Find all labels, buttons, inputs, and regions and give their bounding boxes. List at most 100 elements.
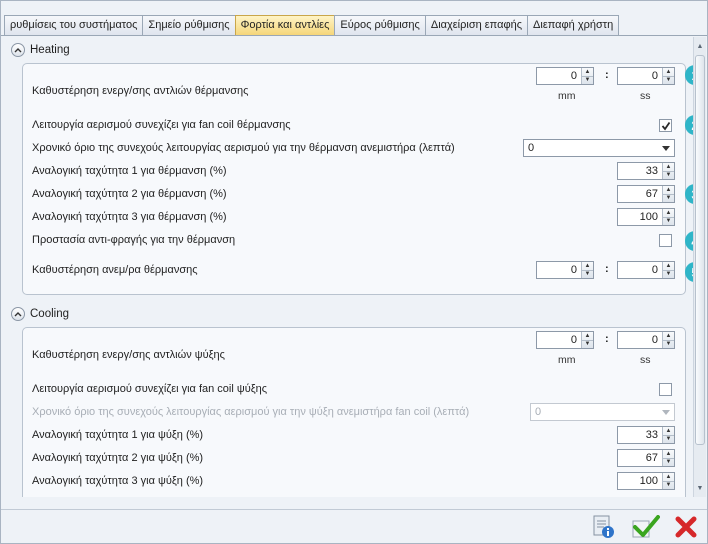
document-info-icon xyxy=(593,515,614,538)
spin-up-icon: ▲ xyxy=(665,450,672,457)
unit-ss-label: ss xyxy=(640,354,651,366)
spin-up-icon: ▲ xyxy=(584,332,591,339)
dialog-footer xyxy=(1,509,707,543)
spin-down-icon: ▼ xyxy=(663,339,674,349)
cooling-speed2-spinner[interactable]: 67 ▲ ▼ xyxy=(617,449,675,467)
heating-speed2-row: Αναλογική ταχύτητα 2 για θέρμανση (%) xyxy=(32,185,679,203)
cooling-ventilation-label: Λειτουργία αερισμού συνεχίζει για fan co… xyxy=(32,383,268,395)
spin-down-icon: ▼ xyxy=(663,193,674,203)
scroll-down-icon[interactable]: ▼ xyxy=(694,481,706,495)
close-x-icon xyxy=(675,516,697,538)
cooling-panel: Καθυστέρηση ενεργ/σης αντλιών ψύξης 0 ▲ ▼… xyxy=(22,327,686,497)
heating-speed3-label: Αναλογική ταχύτητα 3 για θέρμανση (%) xyxy=(32,211,227,223)
spin-down-icon: ▼ xyxy=(582,269,593,279)
dropdown-arrow-icon xyxy=(662,410,670,415)
tab-system-settings[interactable]: ρυθμίσεις του συστήματος xyxy=(4,15,144,35)
scroll-content: Heating Καθυστέρηση ενεργ/σης αντλιών θέ… xyxy=(7,37,691,497)
heating-fan-delay-mm-spinner[interactable]: 0 ▲ ▼ xyxy=(536,261,594,279)
collapse-chevron-icon[interactable] xyxy=(11,307,25,321)
tab-loads-and-pumps[interactable]: Φορτία και αντλίες xyxy=(234,15,336,35)
settings-window: ρυθμίσεις του συστήματος Σημείο ρύθμισης… xyxy=(0,0,708,544)
spin-down-icon: ▼ xyxy=(663,269,674,279)
unit-mm-label: mm xyxy=(558,90,576,102)
confirm-button[interactable] xyxy=(631,512,661,542)
checkmark-icon xyxy=(661,121,670,130)
spin-down-icon: ▼ xyxy=(663,457,674,467)
heating-speed1-spinner[interactable]: 33 ▲ ▼ xyxy=(617,162,675,180)
heating-anti-lock-row: Προστασία αντι-φραγής για την θέρμανση xyxy=(32,231,679,249)
cancel-button[interactable] xyxy=(671,512,701,542)
tab-setpoint[interactable]: Σημείο ρύθμισης xyxy=(142,15,236,35)
scroll-up-icon[interactable]: ▲ xyxy=(694,39,706,53)
heating-anti-lock-label: Προστασία αντι-φραγής για την θέρμανση xyxy=(32,234,236,246)
cooling-speed2-row: Αναλογική ταχύτητα 2 για ψύξη (%) xyxy=(32,449,679,467)
spin-down-icon: ▼ xyxy=(663,434,674,444)
heating-section-header[interactable]: Heating xyxy=(11,41,70,59)
heating-speed2-spinner[interactable]: 67 ▲ ▼ xyxy=(617,185,675,203)
spin-down-icon: ▼ xyxy=(582,75,593,85)
cooling-section-header[interactable]: Cooling xyxy=(11,305,69,323)
cooling-speed3-spinner[interactable]: 100 ▲ ▼ xyxy=(617,472,675,490)
spin-down-icon: ▼ xyxy=(582,339,593,349)
info-button[interactable] xyxy=(589,512,619,542)
cooling-pump-delay-mm-spinner[interactable]: 0 ▲ ▼ xyxy=(536,331,594,349)
unit-ss-label: ss xyxy=(640,90,651,102)
heating-speed1-label: Αναλογική ταχύτητα 1 για θέρμανση (%) xyxy=(32,165,227,177)
heating-ventilation-label: Λειτουργία αερισμού συνεχίζει για fan co… xyxy=(32,119,291,131)
collapse-chevron-icon[interactable] xyxy=(11,43,25,57)
heating-anti-lock-checkbox[interactable] xyxy=(659,234,672,247)
spin-up-icon: ▲ xyxy=(665,473,672,480)
cooling-time-limit-label: Χρονικό όριο της συνεχούς λειτουργίας αε… xyxy=(32,406,470,418)
spin-up-icon: ▲ xyxy=(665,68,672,75)
heating-speed2-label: Αναλογική ταχύτητα 2 για θέρμανση (%) xyxy=(32,188,227,200)
heating-ventilation-row: Λειτουργία αερισμού συνεχίζει για fan co… xyxy=(32,116,679,134)
time-separator: : xyxy=(605,69,609,81)
heating-ventilation-checkbox[interactable] xyxy=(659,119,672,132)
cooling-ventilation-row: Λειτουργία αερισμού συνεχίζει για fan co… xyxy=(32,380,679,398)
tab-user-interface[interactable]: Διεπαφή χρήστη xyxy=(527,15,620,35)
cooling-pump-delay-ss-spinner[interactable]: 0 ▲ ▼ xyxy=(617,331,675,349)
spin-down-icon: ▼ xyxy=(663,75,674,85)
cooling-title: Cooling xyxy=(30,308,69,320)
spin-down-icon: ▼ xyxy=(663,480,674,490)
heating-speed3-row: Αναλογική ταχύτητα 3 για θέρμανση (%) xyxy=(32,208,679,226)
cooling-speed3-label: Αναλογική ταχύτητα 3 για ψύξη (%) xyxy=(32,475,204,487)
cooling-pump-delay-label: Καθυστέρηση ενεργ/σης αντλιών ψύξης xyxy=(32,349,225,361)
cooling-speed1-spinner[interactable]: 33 ▲ ▼ xyxy=(617,426,675,444)
tab-divider xyxy=(1,35,707,36)
spin-down-icon: ▼ xyxy=(663,216,674,226)
tab-setting-range[interactable]: Εύρος ρύθμισης xyxy=(334,15,426,35)
spin-up-icon: ▲ xyxy=(584,68,591,75)
cooling-time-limit-select[interactable]: 0 xyxy=(530,403,675,421)
heating-time-limit-select[interactable]: 0 xyxy=(523,139,675,157)
heating-fan-delay-ss-spinner[interactable]: 0 ▲ ▼ xyxy=(617,261,675,279)
vertical-scrollbar[interactable]: ▲ ▼ xyxy=(693,37,706,497)
spin-up-icon: ▲ xyxy=(665,332,672,339)
spin-up-icon: ▲ xyxy=(665,209,672,216)
cooling-speed1-label: Αναλογική ταχύτητα 1 για ψύξη (%) xyxy=(32,429,204,441)
cooling-speed2-label: Αναλογική ταχύτητα 2 για ψύξη (%) xyxy=(32,452,204,464)
time-separator: : xyxy=(605,333,609,345)
cooling-speed1-row: Αναλογική ταχύτητα 1 για ψύξη (%) xyxy=(32,426,679,444)
heating-time-limit-label: Χρονικό όριο της συνεχούς λειτουργίας αε… xyxy=(32,142,455,154)
spin-up-icon: ▲ xyxy=(665,163,672,170)
scrollbar-thumb[interactable] xyxy=(695,55,705,445)
heating-pump-delay-ss-spinner[interactable]: 0 ▲ ▼ xyxy=(617,67,675,85)
tab-contact-management[interactable]: Διαχείριση επαφής xyxy=(424,15,529,35)
unit-mm-label: mm xyxy=(558,354,576,366)
spin-up-icon: ▲ xyxy=(665,262,672,269)
spin-up-icon: ▲ xyxy=(665,427,672,434)
heating-title: Heating xyxy=(30,44,70,56)
time-separator: : xyxy=(605,263,609,275)
dropdown-arrow-icon xyxy=(662,146,670,151)
cooling-speed3-row: Αναλογική ταχύτητα 3 για ψύξη (%) xyxy=(32,472,679,490)
heating-pump-delay-mm-spinner[interactable]: 0 ▲ ▼ xyxy=(536,67,594,85)
spin-up-icon: ▲ xyxy=(665,186,672,193)
heating-fan-delay-label: Καθυστέρηση ανεμ/ρα θέρμανσης xyxy=(32,264,198,276)
checkmark-icon xyxy=(632,515,660,538)
spin-down-icon: ▼ xyxy=(663,170,674,180)
spin-up-icon: ▲ xyxy=(584,262,591,269)
heating-speed3-spinner[interactable]: 100 ▲ ▼ xyxy=(617,208,675,226)
heating-panel: Καθυστέρηση ενεργ/σης αντλιών θέρμανσης … xyxy=(22,63,686,295)
cooling-ventilation-checkbox[interactable] xyxy=(659,383,672,396)
